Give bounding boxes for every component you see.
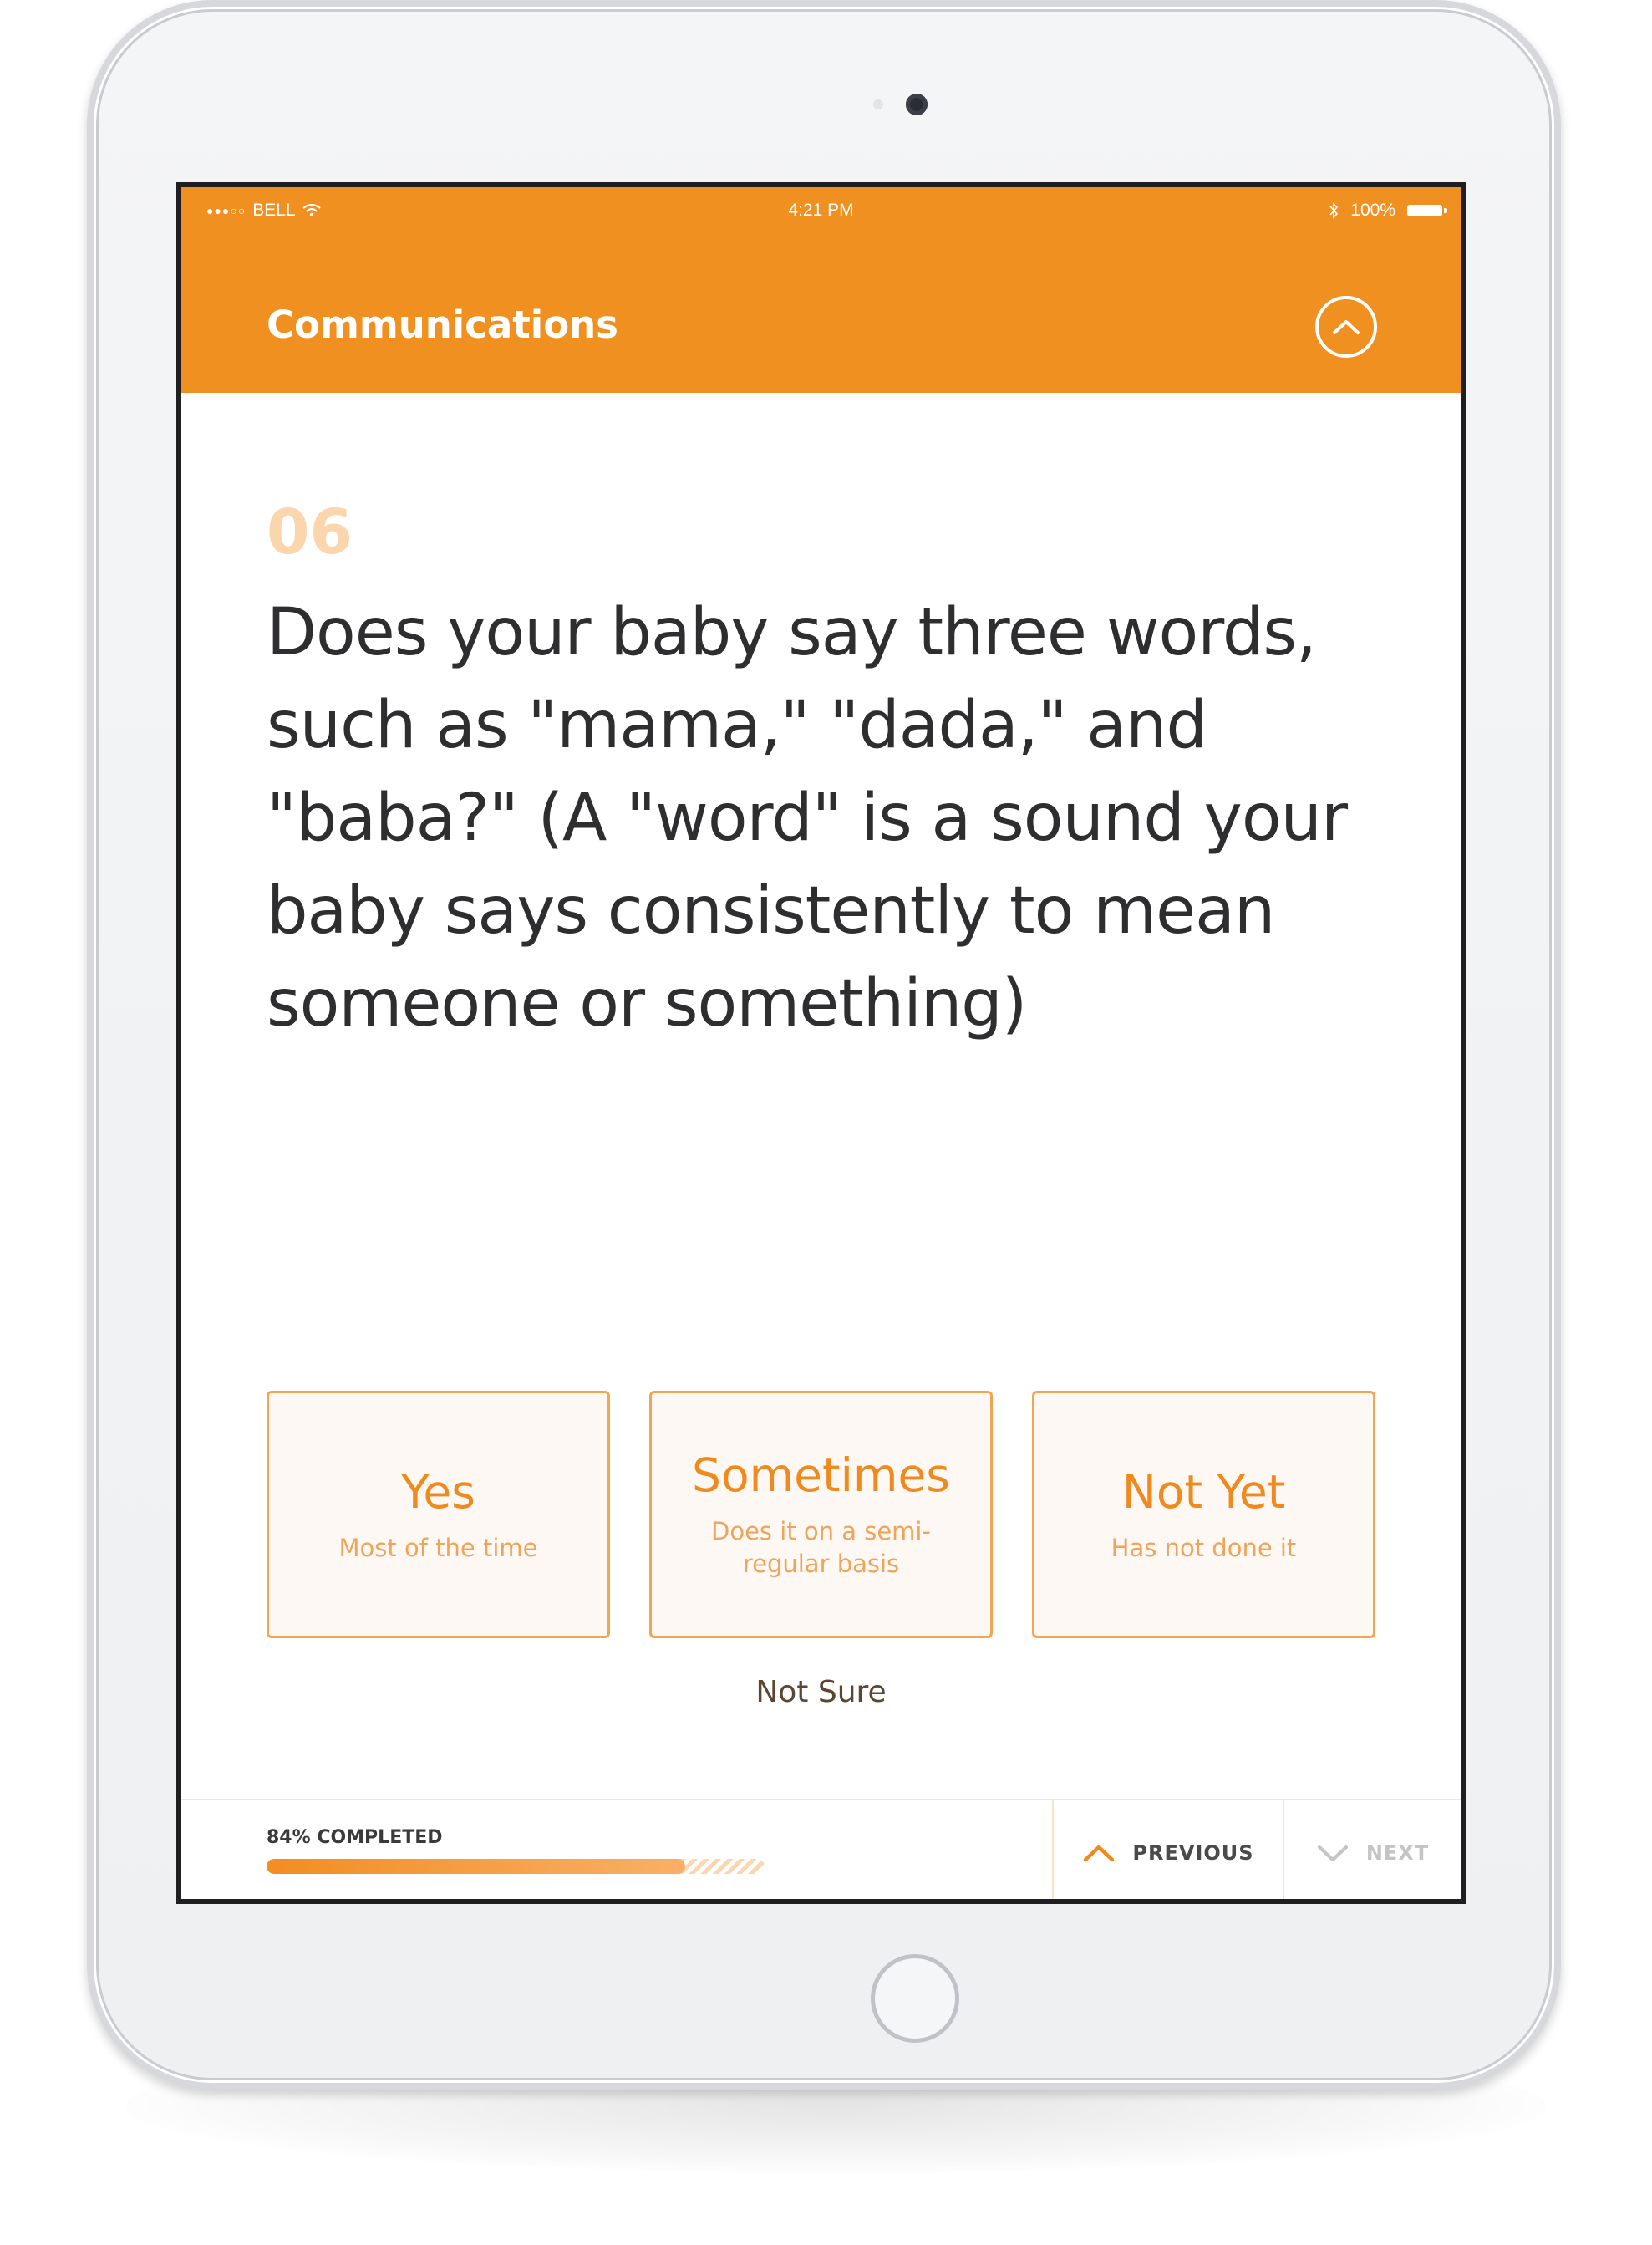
progress-bar xyxy=(267,1859,765,1874)
status-right: 100% xyxy=(1329,201,1447,221)
answer-title: Not Yet xyxy=(1121,1464,1286,1519)
app-header: ●●●○○ BELL 4:21 PM 100% Communications xyxy=(181,187,1461,393)
previous-button[interactable]: PREVIOUS xyxy=(1052,1800,1283,1899)
battery-icon xyxy=(1407,205,1447,216)
previous-label: PREVIOUS xyxy=(1132,1841,1254,1865)
answer-subtitle: Most of the time xyxy=(338,1533,538,1562)
status-bar: ●●●○○ BELL 4:21 PM 100% xyxy=(181,187,1461,229)
status-time: 4:21 PM xyxy=(788,201,854,220)
sensor xyxy=(873,99,883,109)
question-text: Does your baby say three words, such as … xyxy=(267,595,1348,1041)
next-label: NEXT xyxy=(1365,1841,1430,1865)
answer-sometimes-button[interactable]: Sometimes Does it on a semi-regular basi… xyxy=(649,1391,993,1638)
home-button[interactable] xyxy=(871,1954,959,2043)
bluetooth-icon xyxy=(1329,202,1339,219)
battery-percent: 100% xyxy=(1350,201,1395,220)
front-camera xyxy=(906,94,928,115)
not-sure-button[interactable]: Not Sure xyxy=(181,1675,1461,1709)
chevron-up-icon xyxy=(1084,1845,1115,1862)
progress-fill xyxy=(267,1859,685,1874)
answer-yes-button[interactable]: Yes Most of the time xyxy=(267,1391,610,1638)
tablet-screen: ●●●○○ BELL 4:21 PM 100% Communications 0… xyxy=(176,182,1466,1904)
answer-not-yet-button[interactable]: Not Yet Has not done it xyxy=(1032,1391,1375,1638)
answer-title: Yes xyxy=(401,1464,475,1519)
question-number: 06 xyxy=(267,496,353,568)
answer-subtitle: Has not done it xyxy=(1111,1533,1297,1562)
app-screen: ●●●○○ BELL 4:21 PM 100% Communications 0… xyxy=(181,187,1461,1899)
answer-subtitle: Does it on a semi-regular basis xyxy=(711,1517,931,1578)
chevron-up-icon xyxy=(1333,320,1360,334)
section-title: Communications xyxy=(267,303,618,347)
footer-bar: 84% COMPLETED PREVIOUS NEXT xyxy=(181,1799,1461,1899)
progress-label: 84% COMPLETED xyxy=(267,1827,443,1848)
collapse-button[interactable] xyxy=(1315,296,1377,358)
answer-title: Sometimes xyxy=(692,1448,950,1502)
next-button[interactable]: NEXT xyxy=(1283,1800,1461,1899)
chevron-down-icon xyxy=(1317,1845,1348,1861)
